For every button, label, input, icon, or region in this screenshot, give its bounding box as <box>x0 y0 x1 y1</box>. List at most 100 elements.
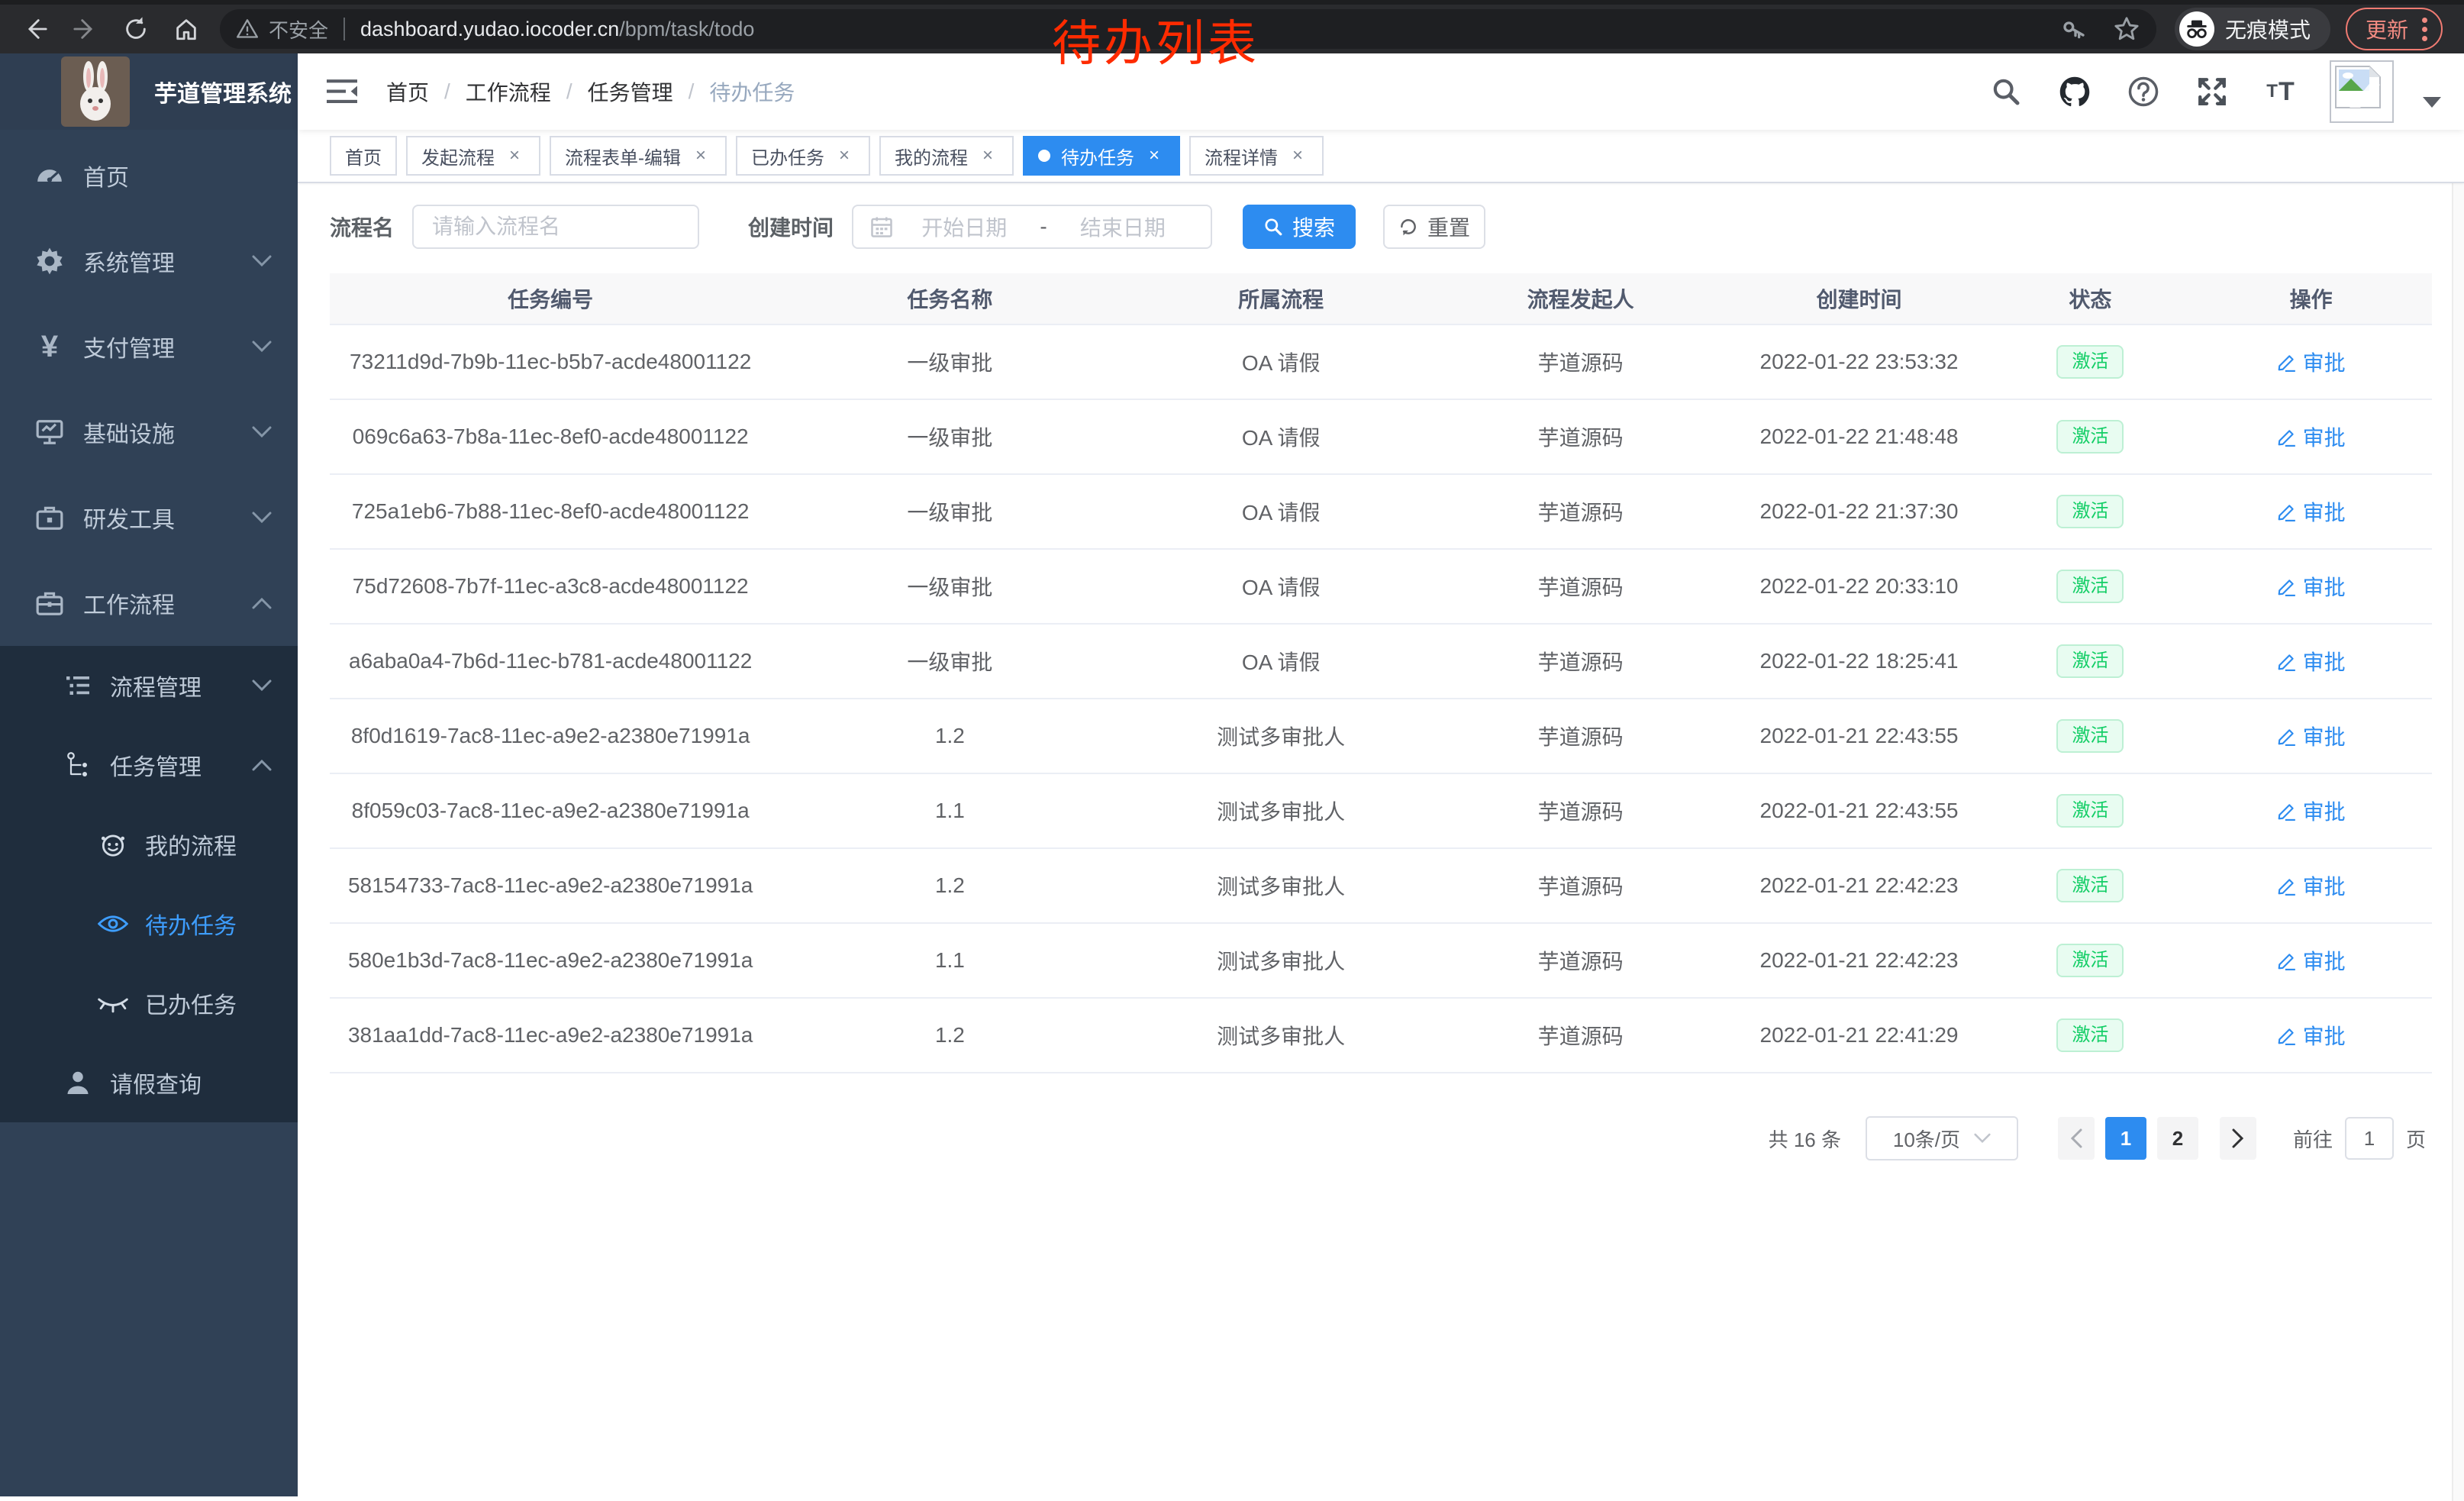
tab-done-tasks[interactable]: 已办任务 × <box>736 136 870 176</box>
tab-label: 已办任务 <box>751 143 824 169</box>
sidebar-item-task-mgmt[interactable]: 任务管理 <box>0 725 298 805</box>
goto-page-input[interactable] <box>2345 1117 2394 1160</box>
tab-home[interactable]: 首页 <box>330 136 397 176</box>
header-search-icon[interactable] <box>1986 72 2026 111</box>
next-page-button[interactable] <box>2220 1117 2256 1160</box>
browser-forward-button[interactable] <box>66 9 105 49</box>
sidebar-item-label: 待办任务 <box>145 907 237 941</box>
sidebar-item-workflow[interactable]: 工作流程 <box>0 560 298 646</box>
approve-link[interactable]: 审批 <box>2277 347 2346 377</box>
address-bar[interactable]: 不安全 dashboard.yudao.iocoder.cn/bpm/task/… <box>220 9 2156 49</box>
cell-process: 测试多审批人 <box>1129 999 1434 1072</box>
sidebar-item-label: 流程管理 <box>110 669 252 702</box>
page-button-1[interactable]: 1 <box>2105 1117 2146 1160</box>
cell-task-name: 1.1 <box>771 774 1128 847</box>
sidebar-toggle-icon[interactable] <box>318 67 366 116</box>
approve-link[interactable]: 审批 <box>2277 496 2346 527</box>
font-size-icon[interactable]: TT <box>2261 72 2301 111</box>
breadcrumb-item-task-mgmt[interactable]: 任务管理 <box>588 76 673 107</box>
date-range-picker[interactable]: 开始日期 - 结束日期 <box>852 205 1212 249</box>
prev-page-button[interactable] <box>2058 1117 2095 1160</box>
approve-link[interactable]: 审批 <box>2277 870 2346 901</box>
process-name-input[interactable] <box>412 205 699 249</box>
sidebar-item-todo-tasks[interactable]: 待办任务 <box>0 884 298 964</box>
status-badge: 激活 <box>2056 570 2124 603</box>
cell-process: OA 请假 <box>1129 400 1434 473</box>
fullscreen-icon[interactable] <box>2192 72 2232 111</box>
cell-process: OA 请假 <box>1129 475 1434 548</box>
pagination: 共 16 条 10条/页 1 2 前往 页 <box>330 1116 2432 1160</box>
chevron-right-icon <box>2232 1128 2244 1148</box>
cell-created: 2022-01-21 22:41:29 <box>1727 999 1990 1072</box>
close-icon[interactable]: × <box>690 145 711 166</box>
eye-closed-icon <box>98 992 128 1015</box>
sidebar-item-home[interactable]: 首页 <box>0 133 298 218</box>
help-icon[interactable] <box>2124 72 2163 111</box>
approve-link-label: 审批 <box>2303 721 2346 751</box>
search-icon <box>1263 217 1283 237</box>
column-header-task-name: 任务名称 <box>771 273 1128 324</box>
sidebar-logo[interactable]: 芋道管理系统 <box>0 53 298 130</box>
browser-reload-button[interactable] <box>116 9 156 49</box>
org-tree-icon <box>63 751 93 779</box>
page-button-2[interactable]: 2 <box>2157 1117 2198 1160</box>
sidebar-item-infra[interactable]: 基础设施 <box>0 389 298 475</box>
status-badge: 激活 <box>2056 345 2124 379</box>
tab-start-process[interactable]: 发起流程× <box>406 136 540 176</box>
edit-pencil-icon <box>2277 801 2297 821</box>
bookmark-star-icon[interactable] <box>2114 16 2140 42</box>
page-size-select[interactable]: 10条/页 <box>1866 1116 2018 1160</box>
close-icon[interactable]: × <box>1143 145 1165 166</box>
edit-pencil-icon <box>2277 352 2297 372</box>
github-icon[interactable] <box>2055 72 2095 111</box>
sidebar-item-pay[interactable]: ¥ 支付管理 <box>0 304 298 389</box>
tab-todo-tasks[interactable]: 待办任务× <box>1023 136 1180 176</box>
tab-process-detail[interactable]: 流程详情× <box>1189 136 1324 176</box>
approve-link[interactable]: 审批 <box>2277 571 2346 602</box>
cell-process: OA 请假 <box>1129 625 1434 698</box>
tab-form-edit[interactable]: 流程表单-编辑× <box>550 136 727 176</box>
breadcrumb: 首页 / 工作流程 / 任务管理 / 待办任务 <box>386 76 795 107</box>
avatar-caret-icon[interactable] <box>2423 97 2441 108</box>
browser-back-button[interactable] <box>15 9 55 49</box>
scrollbar[interactable] <box>2452 53 2464 1501</box>
sidebar-item-process-mgmt[interactable]: 流程管理 <box>0 646 298 725</box>
breadcrumb-item-current: 待办任务 <box>709 76 795 107</box>
search-button[interactable]: 搜索 <box>1243 205 1356 249</box>
reset-button[interactable]: 重置 <box>1383 205 1485 249</box>
tab-my-process[interactable]: 我的流程× <box>879 136 1014 176</box>
saved-password-key-icon[interactable] <box>2062 17 2086 41</box>
approve-link[interactable]: 审批 <box>2277 945 2346 976</box>
approve-link[interactable]: 审批 <box>2277 721 2346 751</box>
approve-link[interactable]: 审批 <box>2277 421 2346 452</box>
browser-update-menu[interactable]: 更新 <box>2346 8 2443 50</box>
process-name-label: 流程名 <box>330 211 394 242</box>
avatar[interactable] <box>2330 60 2394 123</box>
sidebar-item-done-tasks[interactable]: 已办任务 <box>0 964 298 1043</box>
breadcrumb-item-workflow[interactable]: 工作流程 <box>466 76 551 107</box>
cell-task-name: 一级审批 <box>771 625 1128 698</box>
task-table: 任务编号 任务名称 所属流程 流程发起人 创建时间 状态 操作 73211d9d… <box>330 273 2432 1073</box>
breadcrumb-item-home[interactable]: 首页 <box>386 76 429 107</box>
browser-menu-icon[interactable] <box>2422 18 2427 41</box>
sidebar-item-system[interactable]: 系统管理 <box>0 218 298 304</box>
sidebar-item-leave-query[interactable]: 请假查询 <box>0 1043 298 1122</box>
close-icon[interactable]: × <box>977 145 998 166</box>
chevron-down-icon <box>1974 1133 1991 1144</box>
table-row: 8f0d1619-7ac8-11ec-a9e2-a2380e71991a 1.2… <box>330 698 2432 773</box>
chevron-up-icon <box>252 759 272 771</box>
close-icon[interactable]: × <box>504 145 525 166</box>
sidebar-item-my-process[interactable]: 我的流程 <box>0 805 298 884</box>
browser-home-button[interactable] <box>166 9 206 49</box>
approve-link[interactable]: 审批 <box>2277 1020 2346 1051</box>
table-row: 58154733-7ac8-11ec-a9e2-a2380e71991a 1.2… <box>330 847 2432 922</box>
close-icon[interactable]: × <box>834 145 855 166</box>
approve-link[interactable]: 审批 <box>2277 796 2346 826</box>
status-badge: 激活 <box>2056 1018 2124 1052</box>
sidebar-item-devtools[interactable]: 研发工具 <box>0 475 298 560</box>
close-icon[interactable]: × <box>1287 145 1308 166</box>
cell-created: 2022-01-21 22:42:23 <box>1727 924 1990 997</box>
sidebar-item-label: 系统管理 <box>83 244 252 278</box>
table-row: 75d72608-7b7f-11ec-a3c8-acde48001122 一级审… <box>330 548 2432 623</box>
approve-link[interactable]: 审批 <box>2277 646 2346 676</box>
